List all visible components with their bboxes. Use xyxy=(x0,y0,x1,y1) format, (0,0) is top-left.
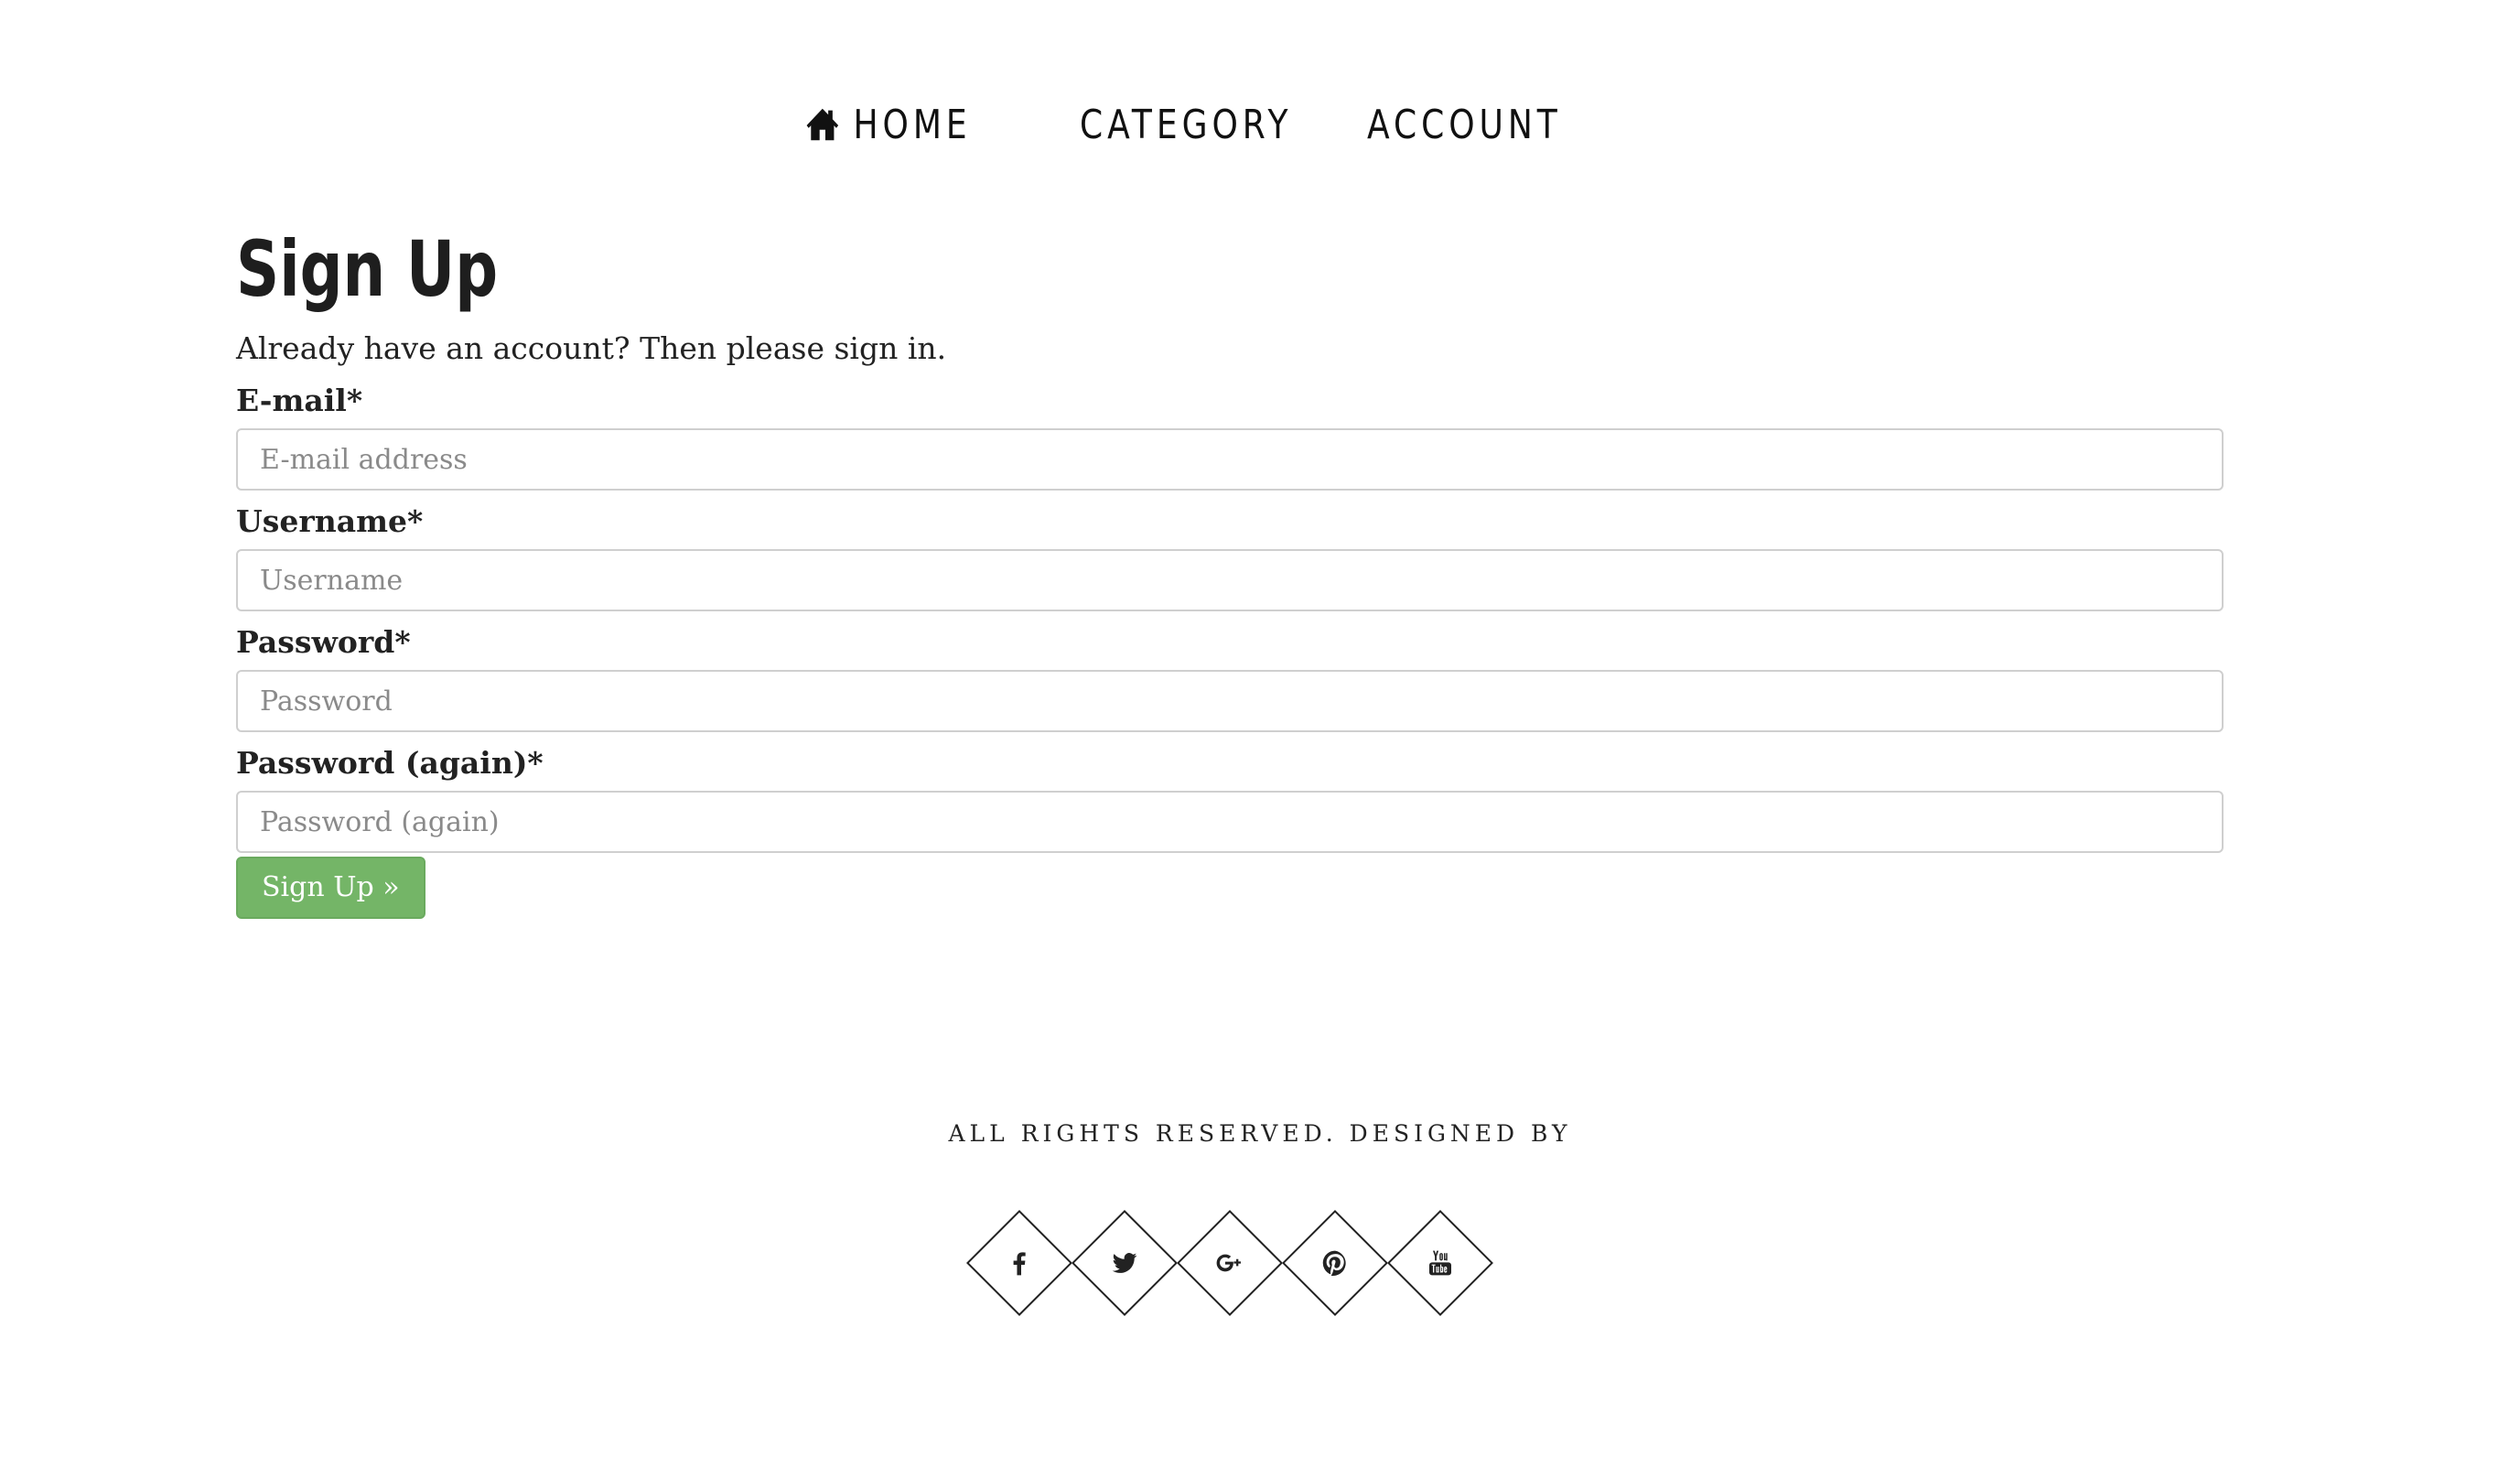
footer-copyright: ALL RIGHTS RESERVED. DESIGNED BY xyxy=(948,1120,1572,1147)
signup-section: Sign Up Already have an account? Then pl… xyxy=(236,223,2224,919)
top-navigation: HOME CATEGORY ACCOUNT xyxy=(0,92,2520,157)
email-label: E-mail* xyxy=(236,383,363,418)
nav-item-home-label: HOME xyxy=(853,101,972,148)
home-icon xyxy=(805,103,840,146)
nav-item-account[interactable]: ACCOUNT xyxy=(1367,92,1562,157)
youtube-icon xyxy=(1387,1210,1493,1316)
pinterest-link[interactable] xyxy=(1282,1210,1388,1316)
twitter-icon xyxy=(1072,1210,1178,1316)
password-again-field[interactable] xyxy=(236,791,2224,853)
signup-button[interactable]: Sign Up » xyxy=(236,857,425,919)
password-again-label: Password (again)* xyxy=(236,745,544,781)
twitter-link[interactable] xyxy=(1072,1210,1178,1316)
page-title: Sign Up xyxy=(236,224,499,314)
youtube-link[interactable] xyxy=(1387,1210,1493,1316)
pinterest-icon xyxy=(1282,1210,1388,1316)
username-label: Username* xyxy=(236,503,424,539)
google-plus-icon xyxy=(1177,1210,1283,1316)
email-field[interactable] xyxy=(236,428,2224,491)
password-field[interactable] xyxy=(236,670,2224,732)
nav-item-category[interactable]: CATEGORY xyxy=(1080,92,1292,157)
nav-item-account-label: ACCOUNT xyxy=(1367,101,1562,148)
nav-item-home[interactable]: HOME xyxy=(805,92,972,157)
password-label: Password* xyxy=(236,624,411,660)
signup-form: E-mail* Username* Password* Password (ag… xyxy=(236,373,2224,919)
google-plus-link[interactable] xyxy=(1177,1210,1283,1316)
signin-prompt: Already have an account? Then please sig… xyxy=(236,330,947,366)
facebook-icon xyxy=(966,1210,1072,1316)
social-links xyxy=(966,1210,1493,1316)
username-field[interactable] xyxy=(236,549,2224,611)
facebook-link[interactable] xyxy=(966,1210,1072,1316)
nav-item-category-label: CATEGORY xyxy=(1080,101,1293,148)
